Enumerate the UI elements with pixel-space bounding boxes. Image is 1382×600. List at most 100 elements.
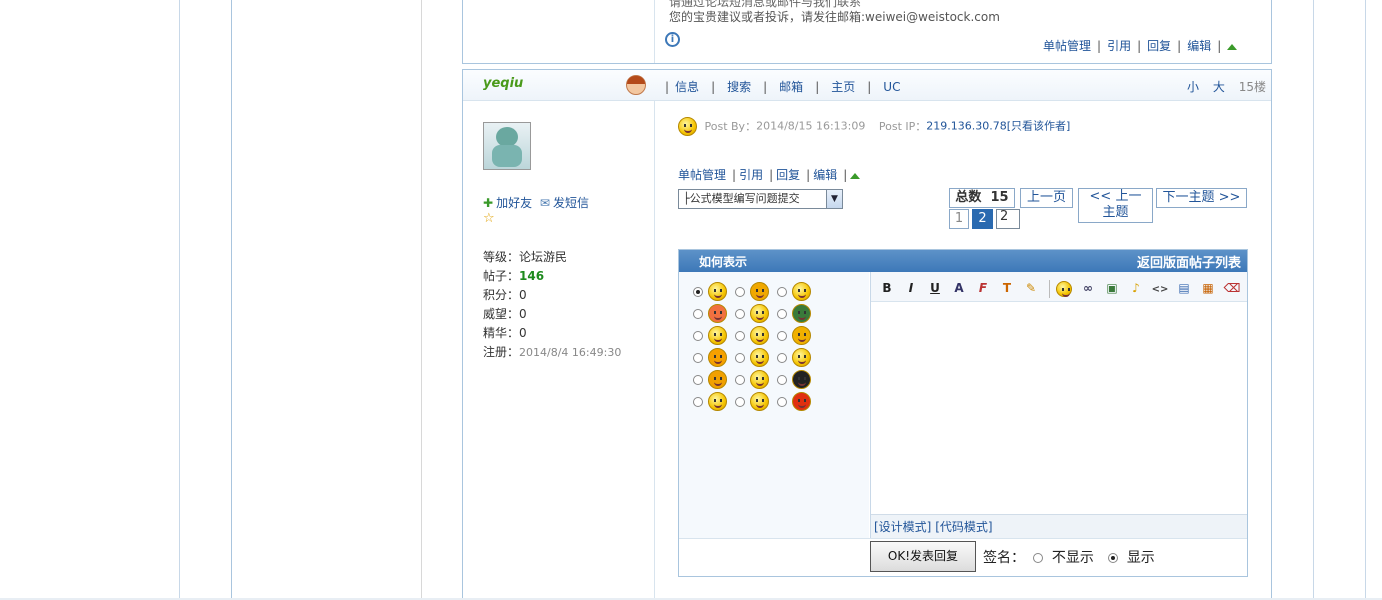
prev-post-reply-link[interactable]: 回复	[1147, 39, 1171, 53]
username[interactable]: yeqiu	[483, 76, 523, 91]
user-info-link[interactable]: 信息	[675, 80, 699, 94]
topic-select[interactable]: ├公式模型编写问题提交 ▼	[678, 189, 843, 209]
send-message-link[interactable]: 发短信	[553, 196, 589, 210]
post-reply-link[interactable]: 回复	[776, 168, 800, 182]
emoticon-panel	[679, 272, 869, 538]
highlight-icon[interactable]: ✎	[1021, 278, 1041, 298]
prev-page-button[interactable]: 上一页	[1020, 188, 1073, 208]
emoticon-radio[interactable]	[693, 352, 703, 363]
emoticon-radio[interactable]	[777, 330, 787, 341]
emoticon-face-icon[interactable]	[750, 282, 769, 301]
stat-label: 等级：	[483, 250, 520, 264]
prev-topic-button[interactable]: << 上一主题	[1078, 188, 1153, 223]
design-mode-link[interactable]: [设计模式]	[874, 520, 931, 534]
editor-toolbar: B I U A F T ✎ ∞ ▣ ♪ <> ▤ ▦ ⌫	[871, 272, 1247, 302]
emoticon-radio[interactable]	[735, 330, 745, 341]
underline-icon[interactable]: U	[925, 278, 945, 298]
font-family-icon[interactable]: F	[973, 278, 993, 298]
table-icon[interactable]: ▦	[1198, 278, 1218, 298]
signature-show-radio[interactable]	[1108, 553, 1119, 563]
clear-format-icon[interactable]: ⌫	[1222, 278, 1242, 298]
back-to-list-link[interactable]: 返回版面帖子列表	[1137, 252, 1241, 271]
prev-post-quote-link[interactable]: 引用	[1107, 39, 1131, 53]
user-homepage-link[interactable]: 主页	[831, 80, 855, 94]
emoticon-radio[interactable]	[735, 308, 745, 319]
emoticon-radio[interactable]	[693, 308, 703, 319]
content-border-right	[1313, 0, 1314, 600]
emoticon-icon[interactable]	[1054, 278, 1074, 298]
emoticon-face-icon[interactable]	[792, 392, 811, 411]
italic-icon[interactable]: I	[901, 278, 921, 298]
image-icon[interactable]: ▣	[1102, 278, 1122, 298]
post-ip[interactable]: 219.136.30.78	[926, 120, 1006, 133]
only-author-link[interactable]: [只看该作者]	[1007, 120, 1071, 133]
emoticon-radio[interactable]	[777, 286, 787, 297]
link-icon[interactable]: ∞	[1078, 278, 1098, 298]
page-link-1[interactable]: 1	[949, 209, 969, 229]
chevron-down-icon[interactable]: ▼	[826, 190, 842, 208]
emoticon-face-icon[interactable]	[750, 370, 769, 389]
post-manage-link[interactable]: 单帖管理	[678, 168, 726, 182]
editor-textarea[interactable]	[871, 302, 1247, 514]
emoticon-face-icon[interactable]	[792, 370, 811, 389]
avatar[interactable]	[483, 122, 531, 170]
emoticon-radio[interactable]	[735, 396, 745, 407]
signature-hide-radio[interactable]	[1033, 553, 1044, 563]
font-small-link[interactable]: 小	[1187, 80, 1199, 94]
prev-post-manage-link[interactable]: 单帖管理	[1043, 39, 1091, 53]
emoticon-radio[interactable]	[693, 330, 703, 341]
emoticon-face-icon[interactable]	[750, 348, 769, 367]
emoticon-radio[interactable]	[693, 396, 703, 407]
emoticon-face-icon[interactable]	[792, 348, 811, 367]
code-icon[interactable]: <>	[1150, 280, 1170, 300]
emoticon-face-icon[interactable]	[750, 304, 769, 323]
emoticon-radio[interactable]	[735, 352, 745, 363]
emoticon-face-icon[interactable]	[708, 392, 727, 411]
post-quote-link[interactable]: 引用	[739, 168, 763, 182]
add-friend-link[interactable]: 加好友	[496, 196, 532, 210]
font-size-icon[interactable]: A	[949, 278, 969, 298]
emoticon-radio[interactable]	[777, 396, 787, 407]
back-to-top-icon[interactable]	[850, 172, 861, 179]
emoticon-radio[interactable]	[777, 374, 787, 385]
user-essence: 0	[519, 326, 527, 340]
text-color-icon[interactable]: T	[997, 278, 1017, 298]
submit-reply-button[interactable]: OK!发表回复	[870, 541, 976, 572]
user-post-count: 146	[519, 269, 545, 283]
font-large-link[interactable]: 大	[1213, 80, 1225, 94]
user-email-link[interactable]: 邮箱	[779, 80, 803, 94]
user-search-link[interactable]: 搜索	[727, 80, 751, 94]
emoticon-face-icon[interactable]	[708, 282, 727, 301]
emoticon-radio[interactable]	[693, 286, 703, 297]
emoticon-face-icon[interactable]	[708, 326, 727, 345]
emoticon-face-icon[interactable]	[750, 326, 769, 345]
emoticon-face-icon[interactable]	[708, 370, 727, 389]
emoticon-face-icon[interactable]	[708, 348, 727, 367]
emoticon-radio[interactable]	[777, 352, 787, 363]
previous-post-actions: 单帖管理 | 引用 | 回复 | 编辑 |	[1043, 37, 1238, 54]
emoticon-face-icon[interactable]	[708, 304, 727, 323]
media-icon[interactable]: ▤	[1174, 278, 1194, 298]
info-icon[interactable]: i	[665, 32, 680, 47]
editor: B I U A F T ✎ ∞ ▣ ♪ <> ▤ ▦ ⌫ [设计模式] [代码模式]	[870, 272, 1247, 538]
emoticon-face-icon[interactable]	[750, 392, 769, 411]
emoticon-face-icon[interactable]	[792, 282, 811, 301]
prev-post-edit-link[interactable]: 编辑	[1187, 39, 1211, 53]
emoticon-radio[interactable]	[735, 286, 745, 297]
sidebar-divider	[421, 0, 422, 600]
post-actions: 单帖管理 | 引用 | 回复 | 编辑 |	[678, 166, 861, 183]
emoticon-face-icon[interactable]	[792, 304, 811, 323]
music-icon[interactable]: ♪	[1126, 278, 1146, 298]
back-to-top-icon[interactable]	[1227, 43, 1238, 50]
next-topic-button[interactable]: 下一主题 >>	[1156, 188, 1247, 208]
code-mode-link[interactable]: [代码模式]	[935, 520, 992, 534]
user-uc-link[interactable]: UC	[883, 80, 900, 94]
emoticon-radio[interactable]	[693, 374, 703, 385]
emoticon-face-icon[interactable]	[792, 326, 811, 345]
bold-icon[interactable]: B	[877, 278, 897, 298]
page-jump-input[interactable]: 2	[996, 209, 1020, 229]
emoticon-radio[interactable]	[735, 374, 745, 385]
post-15: yeqiu | 信息 | 搜索 | 邮箱 | 主页 | UC 小 大 15楼 ✚ 加好友 ✉ 发短信 …	[462, 69, 1272, 600]
post-edit-link[interactable]: 编辑	[813, 168, 837, 182]
emoticon-radio[interactable]	[777, 308, 787, 319]
